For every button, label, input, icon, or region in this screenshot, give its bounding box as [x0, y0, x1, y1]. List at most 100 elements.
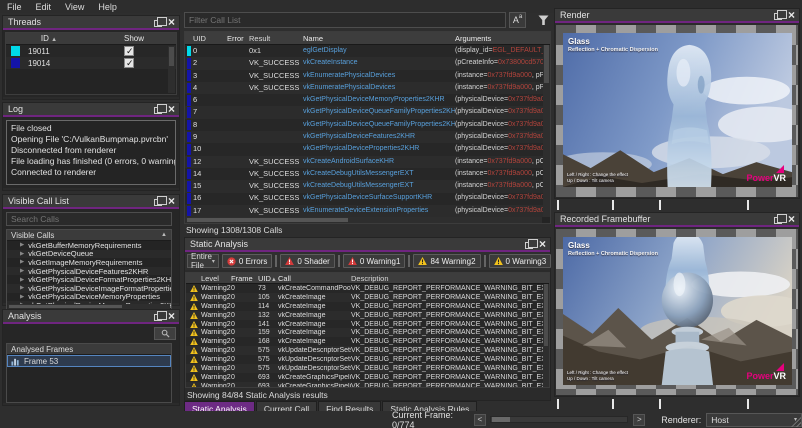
- call-row[interactable]: 9 vkGetPhysicalDeviceFeatures2KHR (physi…: [185, 131, 550, 143]
- visible-call-item[interactable]: ▶ vkGetBufferMemoryRequirements: [7, 241, 171, 250]
- close-panel-icon[interactable]: ×: [168, 311, 175, 321]
- static-analysis-row[interactable]: Warning2 0 693 vkCreateGraphicsPipelines…: [186, 373, 549, 382]
- close-panel-icon[interactable]: ×: [788, 10, 795, 20]
- call-row[interactable]: 8 vkGetPhysicalDeviceQueueFamilyProperti…: [185, 119, 550, 131]
- static-analysis-row[interactable]: Warning2 0 575 vkUpdateDescriptorSets VK…: [186, 346, 549, 355]
- close-panel-icon[interactable]: ×: [168, 104, 175, 114]
- call-name-link[interactable]: vkGetPhysicalDeviceProperties2KHR: [303, 143, 455, 156]
- thread-show-checkbox[interactable]: [124, 58, 134, 68]
- expand-icon[interactable]: ▶: [20, 251, 24, 257]
- call-row[interactable]: 7 vkGetPhysicalDeviceQueueFamilyProperti…: [185, 106, 550, 118]
- call-list-header[interactable]: UID Error Result Name Arguments: [185, 32, 550, 45]
- static-analysis-row[interactable]: Warning2 0 168 vkCreateImage VK_DEBUG_RE…: [186, 337, 549, 346]
- expand-icon[interactable]: ▶: [20, 268, 24, 274]
- threads-table-header[interactable]: ID ▲ Show: [6, 33, 176, 45]
- call-name-link[interactable]: vkCreateDebugUtilsMessengerEXT: [303, 168, 455, 181]
- static-analysis-row[interactable]: Warning2 0 693 vkCreateGraphicsPipelines…: [186, 382, 549, 388]
- shader-filter-button[interactable]: 0 Shader: [280, 254, 334, 268]
- threads-scrollbar[interactable]: [168, 46, 175, 93]
- static-analysis-row[interactable]: Warning2 0 73 vkCreateCommandPool VK_DEB…: [186, 284, 549, 293]
- expand-icon[interactable]: ▶: [20, 259, 24, 265]
- filter-call-list-input[interactable]: [184, 12, 506, 28]
- call-name-link[interactable]: eglGetDisplay: [303, 45, 455, 58]
- menu-item[interactable]: Help: [91, 2, 124, 12]
- visible-call-item[interactable]: ▶ vkGetDeviceQueue: [7, 250, 171, 259]
- float-panel-icon[interactable]: [774, 13, 782, 20]
- visible-call-item[interactable]: ▶ vkGetPhysicalDeviceFeatures2KHR: [7, 267, 171, 276]
- call-row[interactable]: 15 VK_SUCCESS vkCreateDebugUtilsMessenge…: [185, 180, 550, 192]
- filter-funnel-button[interactable]: [535, 12, 551, 28]
- float-panel-icon[interactable]: [154, 20, 162, 27]
- frame-slider[interactable]: [490, 416, 629, 423]
- static-analysis-row[interactable]: Warning2 0 132 vkCreateImage VK_DEBUG_RE…: [186, 311, 549, 320]
- call-name-link[interactable]: vkGetPhysicalDeviceFeatures2KHR: [303, 131, 455, 144]
- static-analysis-row[interactable]: Warning2 0 114 vkCreateImage VK_DEBUG_RE…: [186, 302, 549, 311]
- float-panel-icon[interactable]: [525, 242, 533, 249]
- analyse-button[interactable]: [154, 327, 176, 340]
- call-row[interactable]: 4 VK_SUCCESS vkEnumeratePhysicalDevices …: [185, 82, 550, 94]
- call-name-link[interactable]: vkEnumeratePhysicalDevices: [303, 70, 455, 83]
- analysed-frame-item[interactable]: Frame 53: [7, 355, 171, 367]
- expand-icon[interactable]: ▶: [20, 242, 24, 248]
- float-panel-icon[interactable]: [154, 199, 162, 206]
- call-list-hscrollbar[interactable]: [185, 217, 542, 223]
- call-row[interactable]: 12 VK_SUCCESS vkCreateAndroidSurfaceKHR …: [185, 156, 550, 168]
- menu-item[interactable]: Edit: [29, 2, 59, 12]
- call-row[interactable]: 17 VK_SUCCESS vkEnumerateDeviceExtension…: [185, 205, 550, 217]
- menu-item[interactable]: View: [58, 2, 91, 12]
- expand-icon[interactable]: ▶: [20, 285, 24, 291]
- call-name-link[interactable]: vkCreateInstance: [303, 57, 455, 70]
- prev-frame-button[interactable]: <: [474, 414, 486, 426]
- close-panel-icon[interactable]: ×: [168, 196, 175, 206]
- call-row[interactable]: 0 0x1 eglGetDisplay (display_id=EGL_DEFA…: [185, 45, 550, 57]
- close-panel-icon[interactable]: ×: [788, 214, 795, 224]
- expand-icon[interactable]: ▶: [20, 294, 24, 300]
- call-name-link[interactable]: vkEnumerateDeviceExtensionProperties: [303, 205, 455, 218]
- search-calls-input[interactable]: [6, 212, 172, 226]
- close-panel-icon[interactable]: ×: [168, 17, 175, 27]
- warning3-filter-button[interactable]: 0 Warning3: [489, 254, 552, 268]
- call-name-link[interactable]: vkCreateDebugUtilsMessengerEXT: [303, 180, 455, 193]
- expand-icon[interactable]: ▶: [20, 277, 24, 283]
- call-row[interactable]: 10 vkGetPhysicalDeviceProperties2KHR (ph…: [185, 143, 550, 155]
- static-analysis-row[interactable]: Warning2 0 105 vkCreateImage VK_DEBUG_RE…: [186, 293, 549, 302]
- static-analysis-header[interactable]: Level Frame UID▲ Call Description: [186, 273, 549, 284]
- warning1-filter-button[interactable]: 0 Warning1: [343, 254, 406, 268]
- static-analysis-row[interactable]: Warning2 0 575 vkUpdateDescriptorSets VK…: [186, 355, 549, 364]
- float-panel-icon[interactable]: [154, 107, 162, 114]
- call-name-link[interactable]: vkCreateAndroidSurfaceKHR: [303, 156, 455, 169]
- static-analysis-scrollbar[interactable]: [543, 284, 549, 387]
- visible-call-item[interactable]: ▶ vkGetPhysicalDeviceImageFormatProperti…: [7, 284, 171, 293]
- scope-select[interactable]: Entire File▾: [187, 254, 219, 268]
- visible-call-item[interactable]: ▶ vkGetPhysicalDeviceMemoryProperties: [7, 293, 171, 302]
- visible-call-item[interactable]: ▶ vkGetImageMemoryRequirements: [7, 258, 171, 267]
- renderer-select[interactable]: Host▾: [706, 413, 802, 427]
- static-analysis-row[interactable]: Warning2 0 575 vkUpdateDescriptorSets VK…: [186, 364, 549, 373]
- call-row[interactable]: 2 VK_SUCCESS vkCreateInstance (pCreateIn…: [185, 57, 550, 69]
- frame-slider-thumb[interactable]: [492, 417, 510, 422]
- menu-item[interactable]: File: [0, 2, 29, 12]
- thread-row[interactable]: 19014: [6, 57, 176, 69]
- collapse-icon[interactable]: ▲: [161, 232, 167, 238]
- thread-row[interactable]: 19011: [6, 45, 176, 57]
- call-row[interactable]: 16 VK_SUCCESS vkGetPhysicalDeviceSurface…: [185, 193, 550, 205]
- next-frame-button[interactable]: >: [633, 414, 645, 426]
- call-name-link[interactable]: vkGetPhysicalDeviceQueueFamilyProperties…: [303, 119, 455, 132]
- static-analysis-row[interactable]: Warning2 0 159 vkCreateImage VK_DEBUG_RE…: [186, 328, 549, 337]
- call-row[interactable]: 14 VK_SUCCESS vkCreateDebugUtilsMessenge…: [185, 168, 550, 180]
- warning2-filter-button[interactable]: 84 Warning2: [413, 254, 480, 268]
- call-row[interactable]: 3 VK_SUCCESS vkEnumeratePhysicalDevices …: [185, 70, 550, 82]
- float-panel-icon[interactable]: [774, 217, 782, 224]
- static-analysis-row[interactable]: Warning2 0 141 vkCreateImage VK_DEBUG_RE…: [186, 320, 549, 329]
- visible-calls-header[interactable]: Visible Calls ▲: [7, 230, 171, 241]
- call-list-vscrollbar[interactable]: [543, 45, 550, 217]
- call-name-link[interactable]: vkGetPhysicalDeviceMemoryProperties2KHR: [303, 94, 455, 107]
- close-panel-icon[interactable]: ×: [539, 239, 546, 249]
- errors-filter-button[interactable]: 0 Errors: [222, 254, 272, 268]
- float-panel-icon[interactable]: [154, 314, 162, 321]
- call-name-link[interactable]: vkGetPhysicalDeviceSurfaceSupportKHR: [303, 192, 455, 205]
- thread-show-checkbox[interactable]: [124, 46, 134, 56]
- match-case-button[interactable]: Aa: [509, 12, 526, 28]
- call-name-link[interactable]: vkEnumeratePhysicalDevices: [303, 82, 455, 95]
- visible-call-item[interactable]: ▶ vkGetPhysicalDeviceFormatProperties2KH…: [7, 275, 171, 284]
